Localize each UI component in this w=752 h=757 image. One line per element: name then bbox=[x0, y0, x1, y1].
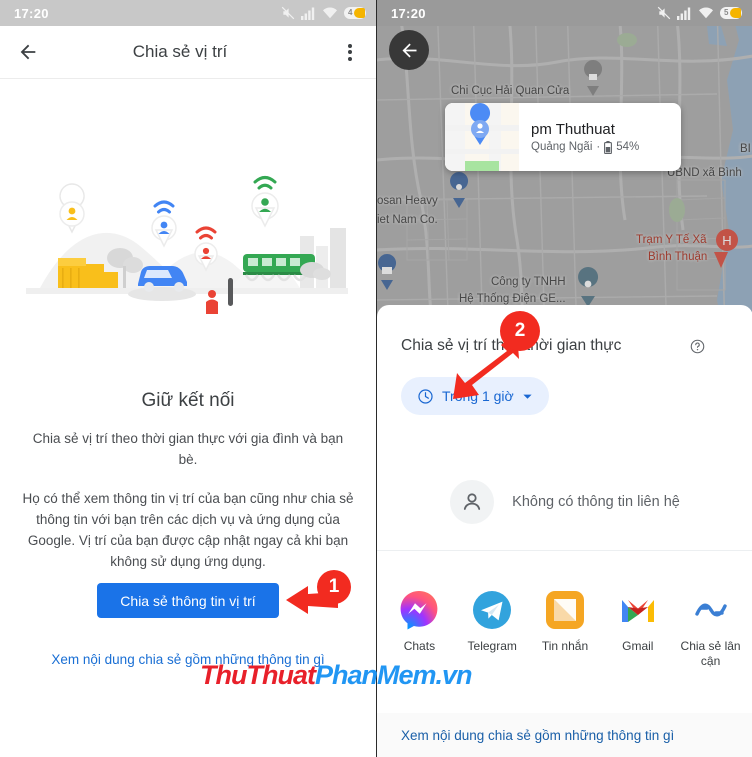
battery-icon bbox=[604, 140, 613, 154]
mute-icon bbox=[281, 6, 295, 20]
back-arrow-icon bbox=[402, 43, 416, 57]
share-app-label: Telegram bbox=[467, 639, 517, 653]
card-battery: 54% bbox=[616, 141, 640, 153]
map-label: Công ty TNHH bbox=[491, 276, 566, 288]
left-phone-panel: 17:20 4 Chia sẻ vị trí Giữ kết nối Chia … bbox=[0, 0, 376, 757]
user-location-card[interactable]: pm Thuthuat Quảng Ngãi · 54% bbox=[445, 103, 681, 171]
annotation-badge-2: 2 bbox=[500, 311, 540, 351]
status-bar-left: 17:20 4 bbox=[0, 0, 376, 26]
map-label: BI bbox=[740, 143, 751, 155]
no-contacts-row[interactable]: Không có thông tin liên hệ bbox=[377, 480, 752, 524]
share-app-telegram[interactable]: Telegram bbox=[456, 590, 529, 654]
app-bar-left: Chia sẻ vị trí bbox=[0, 26, 376, 79]
status-time: 17:20 bbox=[391, 5, 426, 21]
watermark-part-1: ThuThuat bbox=[200, 660, 316, 690]
battery-level: 5 bbox=[724, 8, 729, 17]
left-paragraph-2: Họ có thể xem thông tin vị trí của bạn c… bbox=[22, 491, 354, 569]
share-app-label: Chats bbox=[403, 639, 436, 653]
card-subtitle: Quảng Ngãi · 54% bbox=[531, 140, 681, 154]
battery-icon: 4 bbox=[344, 7, 366, 19]
help-circle-icon[interactable] bbox=[690, 339, 705, 354]
wifi-icon bbox=[699, 7, 713, 19]
card-user-name: pm Thuthuat bbox=[531, 120, 615, 138]
share-apps-row: Chats Telegram Tin nhắn Gmail Chia sẻ lâ… bbox=[377, 590, 752, 669]
signal-icon bbox=[301, 7, 315, 20]
share-app-label: Chia sẻ lân cận bbox=[680, 639, 741, 668]
status-time: 17:20 bbox=[14, 5, 49, 21]
share-location-button[interactable]: Chia sẻ thông tin vị trí bbox=[97, 583, 279, 618]
overflow-menu-icon bbox=[348, 41, 352, 63]
status-icons: 4 bbox=[281, 6, 366, 20]
annotation-badge-1: 1 bbox=[317, 570, 351, 604]
map-label: osan Heavy bbox=[377, 195, 438, 207]
screenshot-root: 17:20 4 Chia sẻ vị trí Giữ kết nối Chia … bbox=[0, 0, 752, 757]
status-bar-right: 17:20 5 bbox=[377, 0, 752, 26]
left-paragraph-1: Chia sẻ vị trí theo thời gian thực với g… bbox=[32, 431, 344, 467]
status-icons: 5 bbox=[657, 6, 742, 20]
telegram-icon bbox=[473, 591, 512, 629]
card-separator: · bbox=[596, 141, 601, 153]
left-heading: Giữ kết nối bbox=[141, 390, 235, 411]
gmail-icon bbox=[621, 600, 654, 622]
no-contacts-text: Không có thông tin liên hệ bbox=[512, 494, 680, 510]
location-sharing-illustration bbox=[26, 176, 348, 314]
share-app-label: Gmail bbox=[622, 639, 654, 653]
chevron-down-icon bbox=[523, 394, 532, 399]
avatar bbox=[450, 480, 495, 524]
battery-level: 4 bbox=[348, 8, 353, 17]
share-app-label: Tin nhắn bbox=[541, 639, 589, 653]
mute-icon bbox=[657, 6, 671, 20]
map-label: Trạm Y Tế Xã bbox=[636, 234, 707, 246]
messages-icon bbox=[545, 591, 584, 629]
watermark-part-2: PhanMem.vn bbox=[314, 660, 473, 690]
card-map-thumbnail bbox=[445, 103, 519, 171]
battery-icon: 5 bbox=[720, 7, 742, 19]
share-app-chats[interactable]: Chats bbox=[383, 590, 456, 654]
sheet-divider bbox=[377, 550, 752, 551]
watermark: ThuThuatPhanMem.vn bbox=[200, 660, 473, 691]
page-title: Chia sẻ vị trí bbox=[132, 42, 228, 61]
card-location: Quảng Ngãi bbox=[531, 141, 593, 153]
map-label: iet Nam Co. bbox=[377, 214, 438, 226]
messenger-icon bbox=[400, 591, 438, 630]
person-icon bbox=[464, 493, 481, 510]
share-app-gmail[interactable]: Gmail bbox=[601, 590, 674, 654]
sheet-footer-link[interactable]: Xem nội dung chia sẻ gồm những thông tin… bbox=[377, 713, 752, 757]
map-label: Chi Cục Hải Quan Cửa bbox=[451, 85, 570, 97]
share-app-nearby[interactable]: Chia sẻ lân cận bbox=[674, 590, 747, 669]
map-view[interactable]: H Chi Cục Hải Quan Cửa osan Heavy iet Na… bbox=[377, 0, 752, 340]
wifi-icon bbox=[323, 7, 337, 19]
share-app-messages[interactable]: Tin nhắn bbox=[529, 590, 602, 654]
signal-icon bbox=[677, 7, 691, 20]
right-phone-panel: H Chi Cục Hải Quan Cửa osan Heavy iet Na… bbox=[376, 0, 752, 757]
map-label: Bình Thuận bbox=[648, 251, 708, 263]
nearby-share-icon bbox=[694, 603, 727, 617]
clock-icon bbox=[418, 388, 433, 404]
overflow-menu-button[interactable] bbox=[324, 41, 376, 63]
card-info: pm Thuthuat Quảng Ngãi · 54% bbox=[519, 121, 681, 154]
map-label: Hệ Thống Điện GE... bbox=[459, 293, 566, 305]
map-back-button[interactable] bbox=[389, 30, 429, 70]
